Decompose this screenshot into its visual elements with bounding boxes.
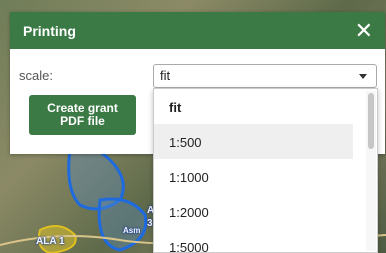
- dropdown-scrollbar[interactable]: [366, 91, 376, 251]
- close-icon[interactable]: ✕: [355, 19, 373, 42]
- map-label: 3: [147, 218, 153, 229]
- dialog-header: Printing ✕: [10, 12, 385, 49]
- scale-row: scale: fit: [10, 64, 385, 88]
- scale-dropdown-list: fit 1:500 1:1000 1:2000 1:5000: [153, 88, 378, 253]
- dropdown-option-1-5000[interactable]: 1:5000: [154, 229, 353, 252]
- create-pdf-button[interactable]: Create grant PDF file: [29, 95, 136, 135]
- dropdown-option-1-500[interactable]: 1:500: [154, 124, 353, 159]
- create-pdf-button-label: PDF file: [60, 114, 105, 128]
- dropdown-option-fit[interactable]: fit: [154, 89, 353, 124]
- scale-select[interactable]: fit: [153, 64, 377, 88]
- scrollbar-thumb[interactable]: [368, 93, 374, 149]
- dropdown-option-1-2000[interactable]: 1:2000: [154, 194, 353, 229]
- scale-label: scale:: [19, 68, 53, 83]
- scale-select-value: fit: [160, 68, 171, 83]
- map-label: Asm: [123, 226, 141, 235]
- caret-down-icon: [359, 74, 367, 79]
- dialog-title: Printing: [23, 22, 76, 39]
- map-label: ALA 1: [36, 236, 65, 247]
- dropdown-option-1-1000[interactable]: 1:1000: [154, 159, 353, 194]
